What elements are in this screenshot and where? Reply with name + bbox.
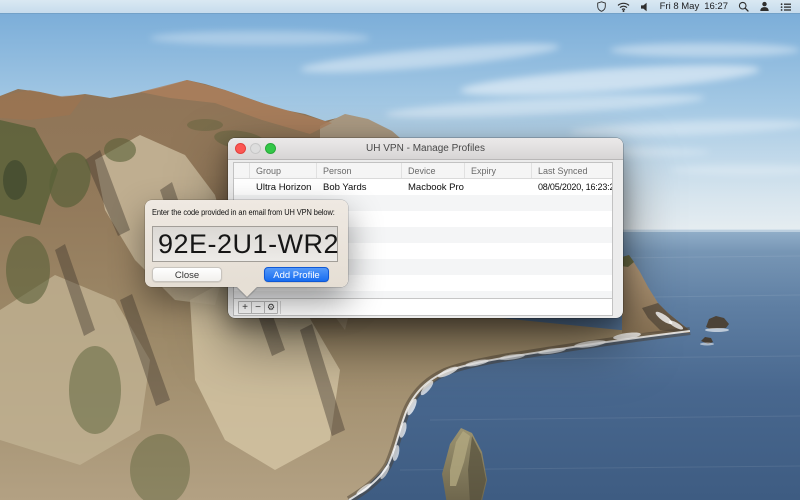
remove-profile-minus-button[interactable]: − bbox=[251, 300, 265, 314]
menu-clock[interactable]: Fri 8 May 16:27 bbox=[655, 0, 733, 13]
close-button[interactable]: Close bbox=[152, 267, 222, 282]
spotlight-search-icon[interactable] bbox=[733, 0, 754, 13]
column-last-synced[interactable]: Last Synced bbox=[532, 163, 612, 178]
profile-actions-group: + − ⚙ bbox=[238, 300, 278, 314]
row-status-cell bbox=[234, 182, 250, 193]
row-last-synced-cell: 08/05/2020, 16:23:25 bbox=[538, 182, 612, 192]
add-profile-button[interactable]: Add Profile bbox=[264, 267, 329, 282]
popover-prompt: Enter the code provided in an email from… bbox=[152, 208, 335, 217]
menu-bar: Fri 8 May 16:27 bbox=[0, 0, 800, 13]
notification-center-icon[interactable] bbox=[775, 0, 797, 13]
row-device-cell: Macbook Pro bbox=[408, 181, 464, 193]
minimize-window-button[interactable] bbox=[250, 143, 261, 154]
zoom-window-button[interactable] bbox=[265, 143, 276, 154]
column-device[interactable]: Device bbox=[402, 163, 465, 178]
table-footer-toolbar: + − ⚙ bbox=[234, 298, 612, 315]
menu-time: 16:27 bbox=[704, 1, 728, 12]
column-status bbox=[234, 163, 250, 178]
window-titlebar[interactable]: UH VPN - Manage Profiles bbox=[228, 138, 623, 160]
table-row[interactable]: Ultra Horizon Bob Yards Macbook Pro 08/0… bbox=[234, 179, 612, 195]
volume-icon[interactable] bbox=[635, 0, 655, 13]
vpn-shield-icon[interactable] bbox=[591, 0, 612, 13]
column-person[interactable]: Person bbox=[317, 163, 402, 178]
column-group[interactable]: Group bbox=[250, 163, 317, 178]
menu-date: Fri 8 May bbox=[659, 1, 700, 12]
toolbar-divider bbox=[280, 300, 281, 314]
close-window-button[interactable] bbox=[235, 143, 246, 154]
table-header: Group Person Device Expiry Last Synced bbox=[234, 163, 612, 179]
window-title: UH VPN - Manage Profiles bbox=[366, 143, 485, 154]
empty-row bbox=[234, 291, 612, 298]
row-group-cell: Ultra Horizon bbox=[256, 181, 312, 193]
profile-code-input[interactable]: 92E-2U1-WR2 bbox=[152, 226, 340, 262]
add-profile-popover: Enter the code provided in an email from… bbox=[145, 200, 348, 297]
settings-gear-icon[interactable]: ⚙ bbox=[264, 300, 278, 314]
add-profile-plus-button[interactable]: + bbox=[238, 300, 252, 314]
profile-code-value: 92E-2U1-WR2 bbox=[158, 228, 340, 259]
wifi-icon[interactable] bbox=[612, 0, 635, 13]
fast-user-switch-icon[interactable] bbox=[754, 0, 775, 13]
column-expiry[interactable]: Expiry bbox=[465, 163, 532, 178]
row-person-cell: Bob Yards bbox=[323, 181, 367, 193]
